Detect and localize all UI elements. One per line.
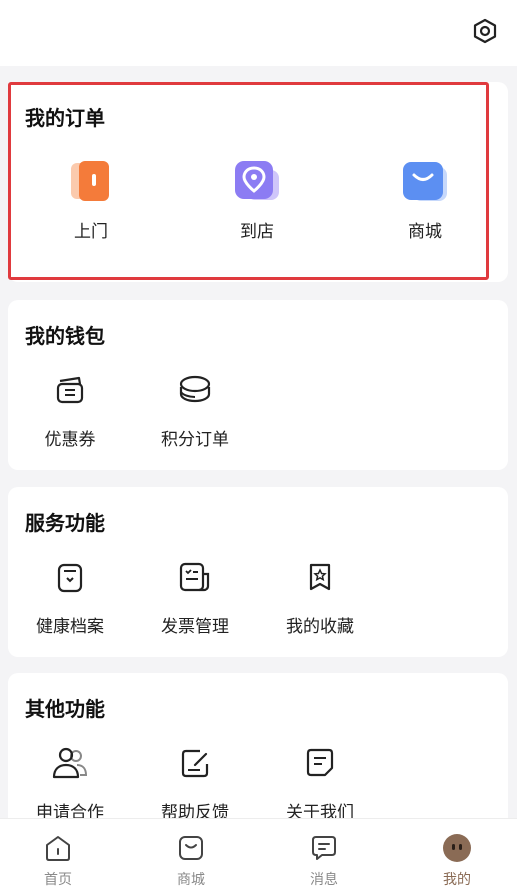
wallet-title: 我的钱包 xyxy=(25,324,105,348)
door-icon xyxy=(67,158,115,206)
home-icon xyxy=(42,832,74,864)
bottom-nav: 首页 商城 消息 我的 xyxy=(0,818,517,892)
nav-label: 消息 xyxy=(310,872,338,888)
other-item-about-us[interactable]: 关于我们 xyxy=(265,739,375,823)
order-item-home-visit[interactable]: 上门 xyxy=(36,158,146,242)
orders-title: 我的订单 xyxy=(25,106,105,130)
order-item-label: 商城 xyxy=(408,222,442,242)
users-icon xyxy=(46,739,94,787)
nav-label: 我的 xyxy=(443,872,471,888)
coupon-icon xyxy=(46,366,94,414)
feedback-edit-icon xyxy=(171,739,219,787)
service-item-health-record[interactable]: 健康档案 xyxy=(15,553,125,637)
service-item-label: 发票管理 xyxy=(161,617,229,637)
service-item-favorites[interactable]: 我的收藏 xyxy=(265,553,375,637)
orders-card: 我的订单 上门 到店 商城 xyxy=(8,82,508,282)
service-item-label: 健康档案 xyxy=(36,617,104,637)
wallet-item-points-orders[interactable]: 积分订单 xyxy=(140,366,250,450)
service-item-label: 我的收藏 xyxy=(286,617,354,637)
order-item-mall[interactable]: 商城 xyxy=(370,158,480,242)
nav-item-mall[interactable]: 商城 xyxy=(141,819,241,892)
nav-label: 商城 xyxy=(177,872,205,888)
services-title: 服务功能 xyxy=(25,511,105,535)
services-card: 服务功能 健康档案 发票管理 我的收藏 xyxy=(8,487,508,657)
top-bar xyxy=(0,0,517,66)
nav-item-messages[interactable]: 消息 xyxy=(274,819,374,892)
order-item-label: 上门 xyxy=(74,222,108,242)
invoice-icon xyxy=(171,553,219,601)
nav-item-home[interactable]: 首页 xyxy=(8,819,108,892)
location-pin-icon xyxy=(233,158,281,206)
about-doc-icon xyxy=(296,739,344,787)
avatar-icon xyxy=(441,832,473,864)
order-item-in-store[interactable]: 到店 xyxy=(202,158,312,242)
other-card: 其他功能 申请合作 帮助反馈 关于我们 xyxy=(8,673,508,833)
wallet-item-label: 优惠券 xyxy=(44,430,96,450)
wallet-item-coupon[interactable]: 优惠券 xyxy=(15,366,125,450)
order-item-label: 到店 xyxy=(240,222,274,242)
nav-label: 首页 xyxy=(44,872,72,888)
wallet-card: 我的钱包 优惠券 积分订单 xyxy=(8,300,508,470)
health-record-icon xyxy=(46,553,94,601)
settings-button[interactable] xyxy=(471,17,499,45)
other-item-cooperation[interactable]: 申请合作 xyxy=(15,739,125,823)
coins-icon xyxy=(171,366,219,414)
other-item-help-feedback[interactable]: 帮助反馈 xyxy=(140,739,250,823)
wallet-item-label: 积分订单 xyxy=(161,430,229,450)
shop-bag-icon xyxy=(175,832,207,864)
bookmark-star-icon xyxy=(296,553,344,601)
other-title: 其他功能 xyxy=(25,697,105,721)
settings-hexagon-icon xyxy=(473,18,497,44)
nav-item-mine[interactable]: 我的 xyxy=(407,819,507,892)
message-icon xyxy=(308,832,340,864)
service-item-invoice[interactable]: 发票管理 xyxy=(140,553,250,637)
shopping-bag-icon xyxy=(401,158,449,206)
